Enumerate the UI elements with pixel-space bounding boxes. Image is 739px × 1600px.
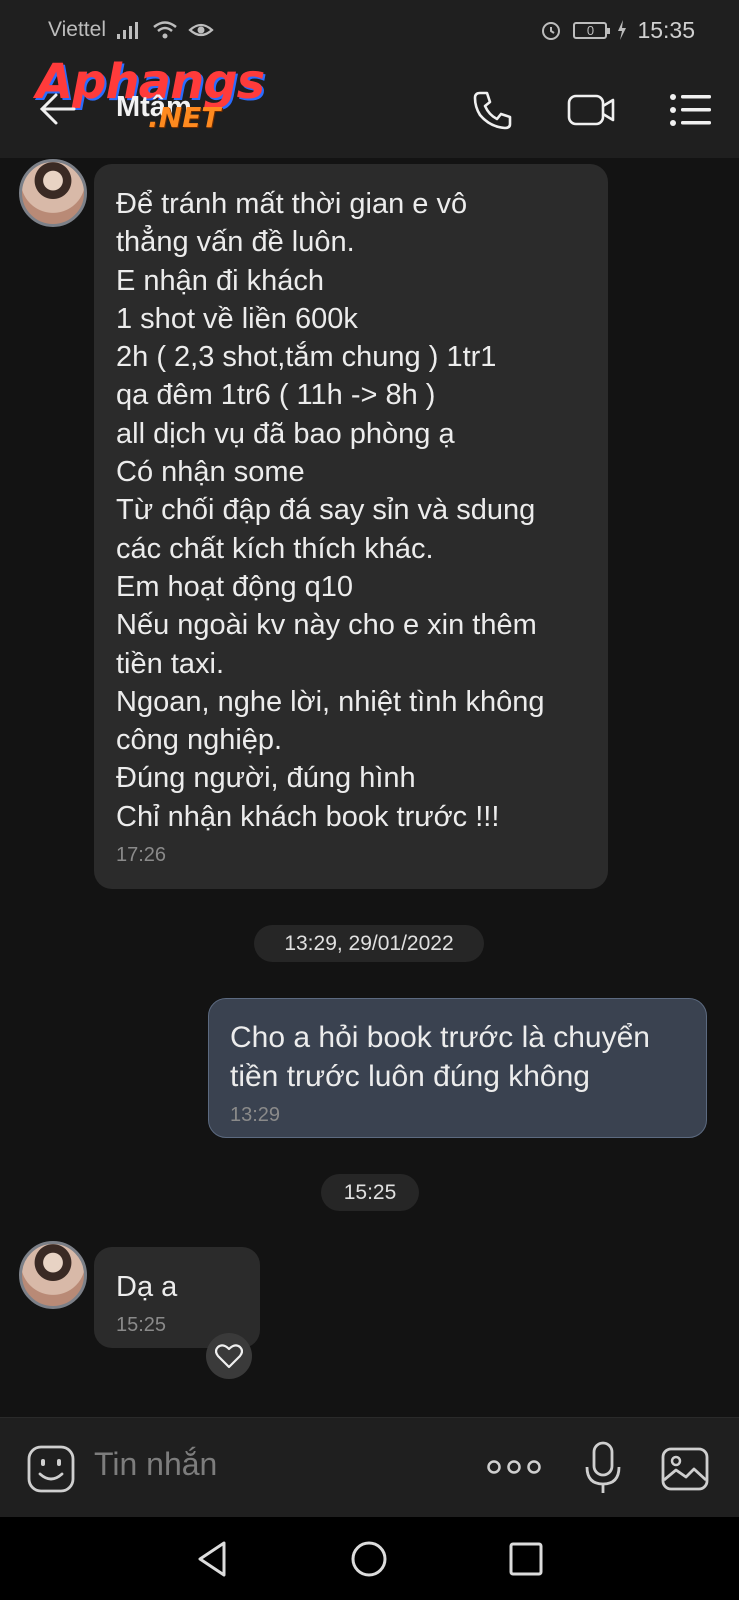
status-right: 0 15:35: [539, 17, 695, 44]
back-arrow-icon: [39, 93, 76, 125]
heart-icon: [215, 1344, 243, 1369]
signal-icon: [117, 22, 138, 39]
call-button[interactable]: [468, 85, 518, 135]
message-time: 17:26: [116, 844, 167, 867]
gallery-icon: [661, 1447, 709, 1491]
battery-level: 0: [586, 22, 595, 38]
menu-list-icon: [670, 94, 711, 126]
watermark-logo-sub: .NET: [148, 101, 221, 134]
date-separator: 13:29, 29/01/2022: [254, 925, 484, 962]
phone-icon: [473, 91, 512, 130]
message-bubble-incoming[interactable]: Để tránh mất thời gian e vô thẳng vấn đề…: [94, 164, 608, 889]
time-separator: 15:25: [321, 1174, 419, 1211]
message-bubble-outgoing[interactable]: Cho a hỏi book trước là chuyển tiền trướ…: [208, 998, 707, 1138]
emoji-button[interactable]: [26, 1444, 76, 1499]
nav-home-button[interactable]: [348, 1538, 390, 1580]
reaction-button[interactable]: [206, 1333, 252, 1379]
gallery-button[interactable]: [660, 1444, 710, 1499]
eye-icon: [188, 23, 214, 37]
message-text: Cho a hỏi book trước là chuyển tiền trướ…: [230, 1021, 650, 1093]
message-time: 13:29: [230, 1104, 281, 1126]
system-nav-bar: [0, 1517, 739, 1600]
clock: 15:35: [637, 16, 695, 43]
charging-icon: [618, 20, 627, 40]
message-text: Để tránh mất thời gian e vô thẳng vấn đề…: [116, 188, 545, 833]
more-dots-icon: [487, 1460, 541, 1474]
video-call-icon: [567, 94, 615, 126]
avatar[interactable]: [19, 1241, 87, 1309]
carrier-name: Viettel: [48, 18, 106, 41]
chat-header: Aphangs Mtâm .NET: [0, 54, 739, 158]
alarm-icon: [542, 22, 561, 40]
video-call-button[interactable]: [566, 85, 616, 135]
avatar[interactable]: [19, 159, 87, 227]
menu-button[interactable]: [666, 85, 716, 135]
battery-icon: 0: [573, 21, 611, 39]
status-bar: Viettel 0 15:35: [0, 0, 739, 60]
back-button[interactable]: [34, 85, 82, 133]
message-text: Dạ a: [116, 1271, 178, 1303]
triangle-back-icon: [198, 1541, 226, 1577]
voice-button[interactable]: [584, 1440, 622, 1501]
wifi-icon: [153, 21, 177, 39]
status-left: Viettel: [48, 18, 214, 42]
microphone-icon: [585, 1441, 621, 1493]
emoji-icon: [27, 1445, 75, 1493]
square-recents-icon: [509, 1542, 543, 1576]
message-composer: Tin nhắn: [0, 1417, 739, 1518]
more-button[interactable]: [486, 1452, 542, 1487]
nav-back-button[interactable]: [191, 1538, 233, 1580]
message-input[interactable]: Tin nhắn: [94, 1446, 217, 1483]
circle-home-icon: [351, 1541, 387, 1577]
nav-recents-button[interactable]: [505, 1538, 547, 1580]
